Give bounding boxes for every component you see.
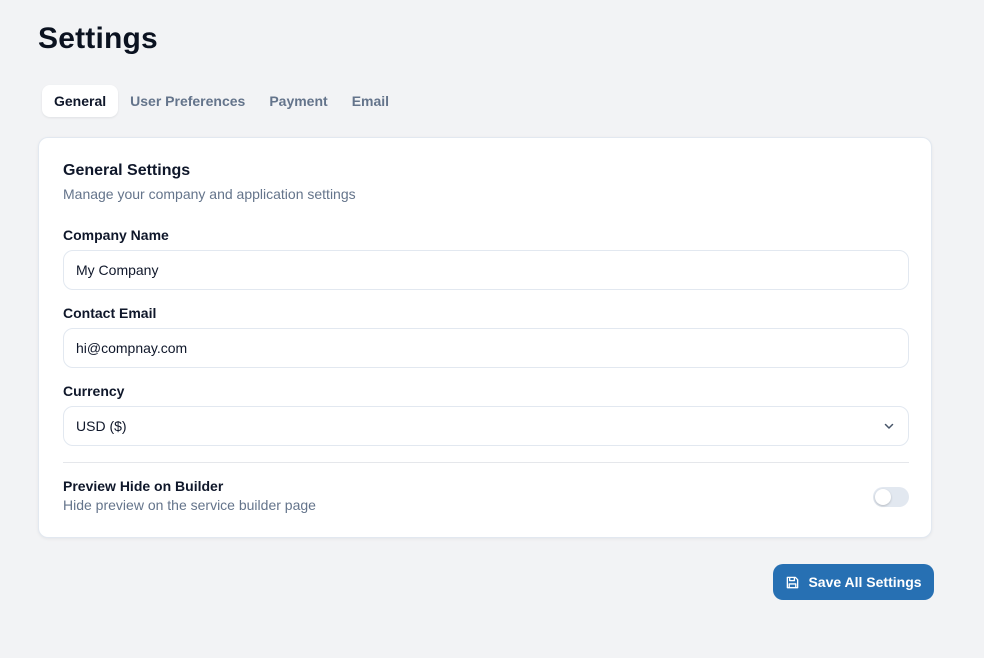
currency-label: Currency: [63, 383, 125, 399]
general-settings-card: General Settings Manage your company and…: [38, 137, 932, 538]
contact-email-input[interactable]: [63, 328, 909, 368]
section-divider: [63, 462, 909, 463]
currency-selected-value: USD ($): [76, 418, 127, 434]
preview-hide-toggle[interactable]: [873, 487, 909, 507]
save-button-label: Save All Settings: [808, 574, 922, 590]
company-name-input[interactable]: [63, 250, 909, 290]
tab-user-preferences[interactable]: User Preferences: [118, 85, 257, 117]
preview-toggle-label: Preview Hide on Builder: [63, 478, 224, 494]
settings-tabs: General User Preferences Payment Email: [38, 82, 406, 120]
tab-general[interactable]: General: [42, 85, 119, 117]
tab-email[interactable]: Email: [340, 85, 401, 117]
company-name-label: Company Name: [63, 227, 169, 243]
card-subtitle: Manage your company and application sett…: [63, 186, 356, 202]
contact-email-label: Contact Email: [63, 305, 157, 321]
chevron-down-icon: [882, 419, 896, 433]
page-title: Settings: [38, 22, 158, 55]
card-title: General Settings: [63, 162, 191, 179]
tab-payment[interactable]: Payment: [257, 85, 339, 117]
save-all-settings-button[interactable]: Save All Settings: [773, 564, 934, 600]
currency-select[interactable]: USD ($): [63, 406, 909, 446]
preview-toggle-description: Hide preview on the service builder page: [63, 497, 316, 513]
floppy-disk-icon: [785, 575, 800, 590]
settings-page: Settings General User Preferences Paymen…: [0, 0, 984, 658]
toggle-knob: [875, 489, 891, 505]
